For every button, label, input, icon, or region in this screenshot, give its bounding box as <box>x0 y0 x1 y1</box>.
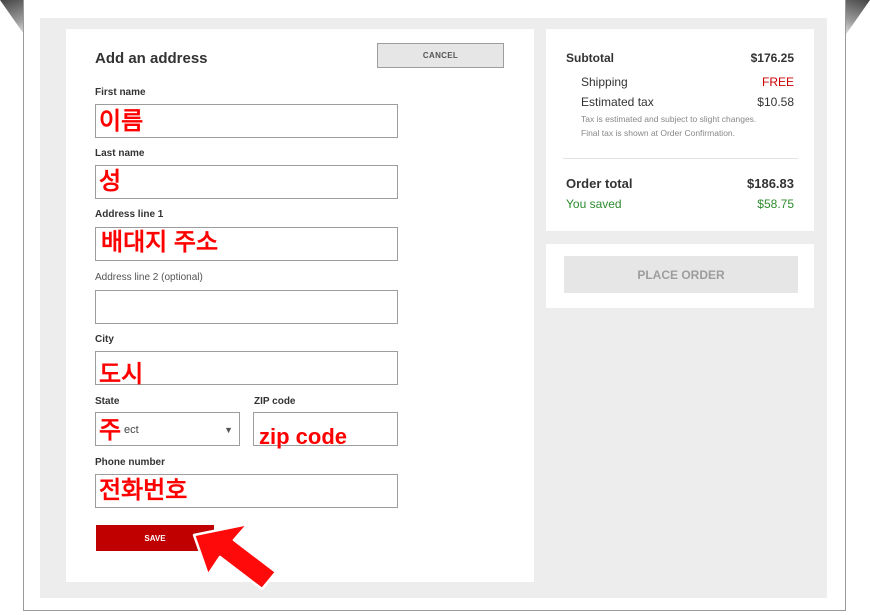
place-order-button[interactable]: PLACE ORDER <box>564 256 798 293</box>
state-selected-value: ect <box>124 424 139 436</box>
phone-annotation: 전화번호 <box>99 477 188 504</box>
tax-note-line-1: Tax is estimated and subject to slight c… <box>581 114 757 124</box>
first-name-annotation: 이름 <box>99 108 144 135</box>
last-name-input[interactable] <box>95 165 398 199</box>
address-line1-label: Address line 1 <box>95 209 164 220</box>
chevron-down-icon: ▼ <box>224 425 233 435</box>
subtotal-label: Subtotal <box>566 51 614 65</box>
summary-divider <box>563 158 798 159</box>
zip-label: ZIP code <box>254 396 296 407</box>
cancel-button[interactable]: CANCEL <box>377 43 504 68</box>
shipping-label: Shipping <box>581 75 628 89</box>
order-total-value: $186.83 <box>747 176 794 191</box>
tax-note-line-2: Final tax is shown at Order Confirmation… <box>581 128 736 138</box>
subtotal-value: $176.25 <box>750 51 794 65</box>
state-annotation: 주 <box>99 417 122 444</box>
shipping-value: FREE <box>761 75 794 89</box>
city-annotation: 도시 <box>99 361 144 388</box>
last-name-annotation: 성 <box>99 168 122 195</box>
form-title: Add an address <box>95 50 208 67</box>
last-name-label: Last name <box>95 148 145 159</box>
you-saved-value: $58.75 <box>757 197 794 211</box>
page-curl-shadow-right <box>842 0 870 40</box>
phone-label: Phone number <box>95 457 166 468</box>
state-label: State <box>95 396 120 407</box>
city-label: City <box>95 334 114 345</box>
address-line2-input[interactable] <box>95 290 398 324</box>
zip-annotation: zip code <box>259 424 348 449</box>
address-line2-label: Address line 2 (optional) <box>95 272 203 283</box>
red-arrow-annotation-icon <box>192 522 278 591</box>
order-total-label: Order total <box>566 176 633 191</box>
first-name-label: First name <box>95 87 146 98</box>
you-saved-label: You saved <box>566 197 622 211</box>
tax-label: Estimated tax <box>581 95 654 109</box>
tax-value: $10.58 <box>757 95 794 109</box>
address-line1-annotation: 배대지 주소 <box>101 229 219 256</box>
